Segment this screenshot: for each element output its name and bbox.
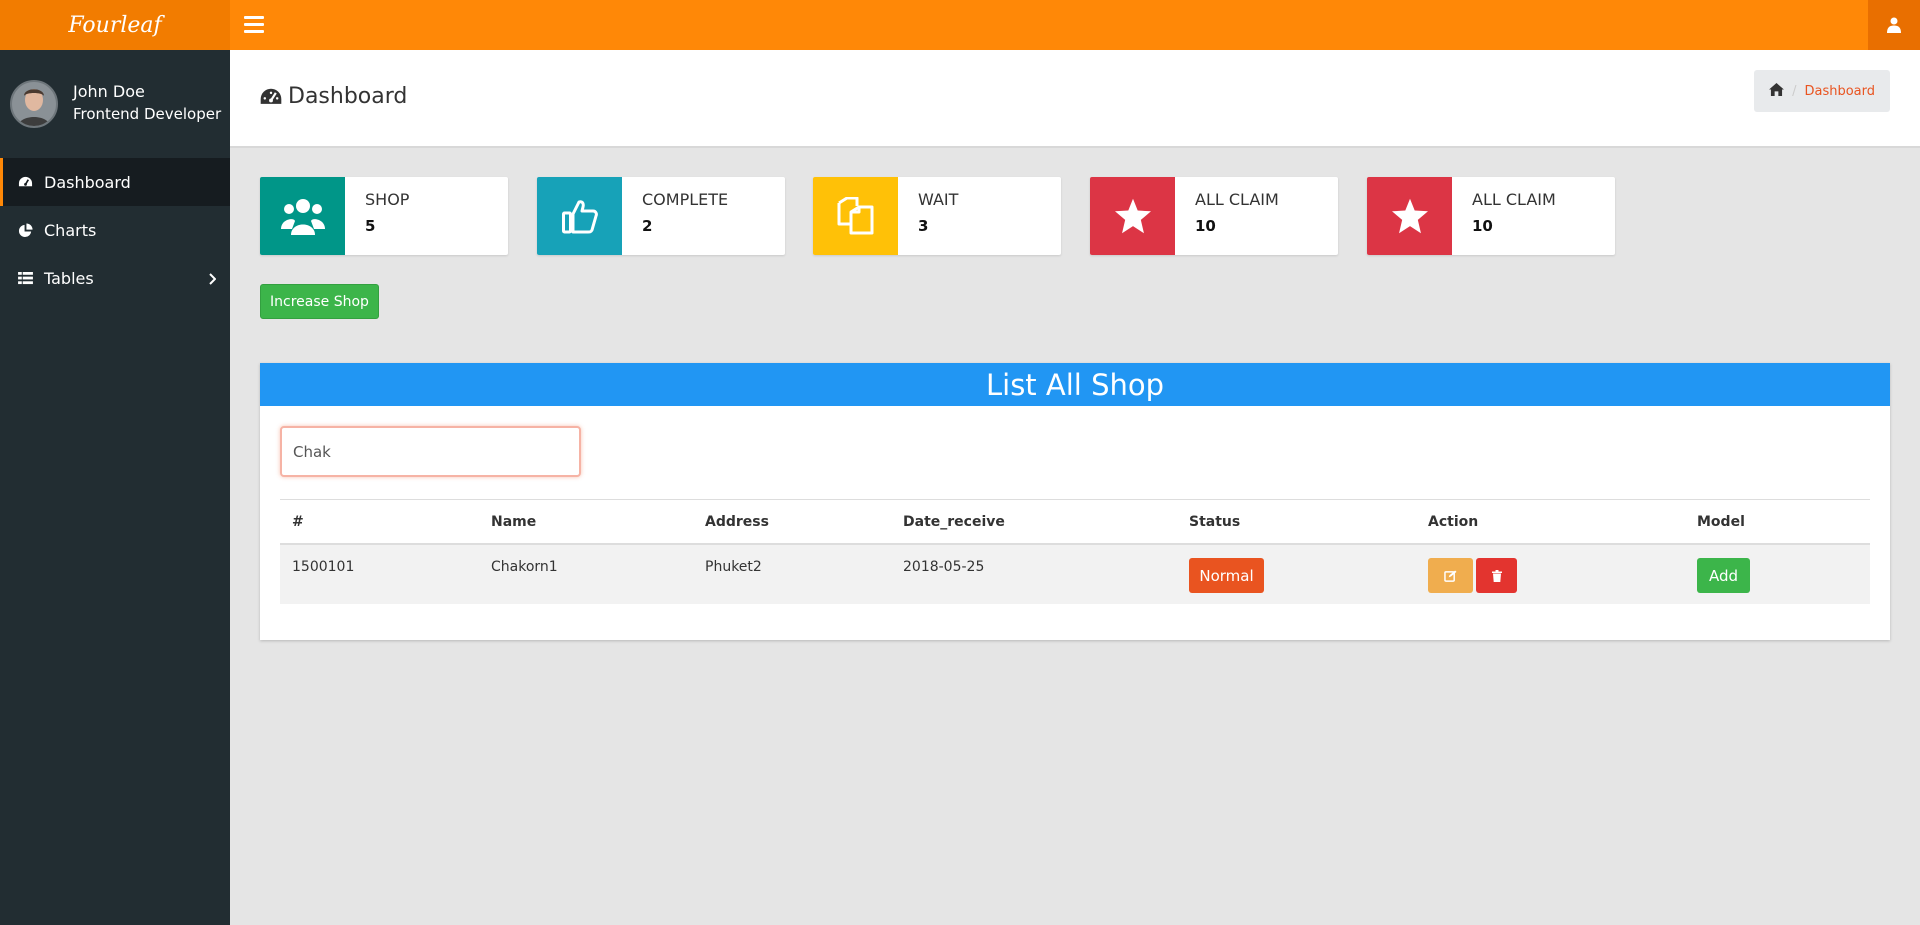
edit-button[interactable] [1428, 558, 1473, 593]
info-box-value: 5 [365, 217, 376, 235]
dashboard-icon [260, 87, 282, 107]
sidebar-menu: Dashboard Charts Tables [0, 158, 230, 302]
cell-address: Phuket2 [705, 559, 762, 575]
star-icon [1367, 177, 1452, 255]
sidebar: John Doe Frontend Developer Dashboard Ch… [0, 50, 230, 925]
breadcrumb-current[interactable]: Dashboard [1804, 84, 1875, 99]
top-navbar: Fourleaf [0, 0, 1920, 50]
brand-logo[interactable]: Fourleaf [0, 0, 230, 50]
panel-title: List All Shop [260, 363, 1890, 406]
star-icon [1090, 177, 1175, 255]
info-box-all-claim-2[interactable]: ALL CLAIM 10 [1367, 177, 1615, 255]
sidebar-item-label: Tables [44, 268, 94, 288]
table-icon [18, 271, 34, 285]
user-role: Frontend Developer [73, 105, 222, 123]
column-header-id: # [292, 514, 304, 530]
info-box-value: 2 [642, 217, 653, 235]
info-box-shop[interactable]: SHOP 5 [260, 177, 508, 255]
page-title-text: Dashboard [288, 84, 408, 109]
sidebar-item-tables[interactable]: Tables [0, 254, 230, 302]
pie-chart-icon [18, 222, 34, 238]
cell-id: 1500101 [292, 559, 355, 575]
sidebar-item-charts[interactable]: Charts [0, 206, 230, 254]
user-icon [1887, 17, 1901, 33]
info-box-label: COMPLETE [642, 190, 729, 209]
column-header-address: Address [705, 514, 769, 530]
edit-icon [1444, 569, 1457, 582]
content-header: Dashboard / Dashboard [230, 50, 1920, 148]
sidebar-item-label: Charts [44, 220, 97, 240]
search-input[interactable] [280, 426, 581, 477]
breadcrumb-separator: / [1792, 83, 1797, 99]
info-box-label: ALL CLAIM [1472, 190, 1556, 209]
copy-icon [813, 177, 898, 255]
trash-icon [1491, 569, 1502, 582]
column-header-action: Action [1428, 514, 1479, 530]
cell-date-receive: 2018-05-25 [903, 559, 985, 575]
sidebar-item-dashboard[interactable]: Dashboard [0, 158, 230, 206]
hamburger-icon[interactable] [244, 16, 264, 33]
info-box-wait[interactable]: WAIT 3 [813, 177, 1061, 255]
column-header-status: Status [1189, 514, 1241, 530]
add-model-button[interactable]: Add [1697, 558, 1750, 593]
chevron-right-icon [208, 270, 217, 289]
info-box-label: WAIT [918, 190, 959, 209]
avatar [10, 80, 58, 128]
table-row: 1500101 Chakorn1 Phuket2 2018-05-25 Norm… [280, 545, 1870, 604]
breadcrumb: / Dashboard [1754, 70, 1890, 112]
home-icon[interactable] [1769, 82, 1785, 100]
page-title: Dashboard [260, 84, 407, 109]
sidebar-item-label: Dashboard [44, 172, 131, 192]
info-box-value: 10 [1195, 217, 1216, 235]
column-header-name: Name [491, 514, 537, 530]
delete-button[interactable] [1476, 558, 1517, 593]
info-box-label: SHOP [365, 190, 410, 209]
info-box-value: 3 [918, 217, 929, 235]
info-box-all-claim[interactable]: ALL CLAIM 10 [1090, 177, 1338, 255]
column-header-model: Model [1697, 514, 1745, 530]
shop-table: # Name Address Date_receive Status Actio… [280, 499, 1870, 604]
users-icon [260, 177, 345, 255]
info-box-complete[interactable]: COMPLETE 2 [537, 177, 785, 255]
shop-list-panel: List All Shop # Name Address Date_receiv… [260, 363, 1890, 640]
dashboard-icon [18, 175, 34, 190]
thumbs-up-icon [537, 177, 622, 255]
info-box-label: ALL CLAIM [1195, 190, 1279, 209]
status-button[interactable]: Normal [1189, 558, 1264, 593]
user-panel: John Doe Frontend Developer [0, 50, 230, 158]
user-menu-button[interactable] [1868, 0, 1920, 50]
cell-name: Chakorn1 [491, 559, 558, 575]
column-header-date-receive: Date_receive [903, 514, 1005, 530]
table-header: # Name Address Date_receive Status Actio… [280, 500, 1870, 545]
user-name: John Doe [73, 82, 145, 101]
info-box-value: 10 [1472, 217, 1493, 235]
increase-shop-button[interactable]: Increase Shop [260, 284, 379, 319]
